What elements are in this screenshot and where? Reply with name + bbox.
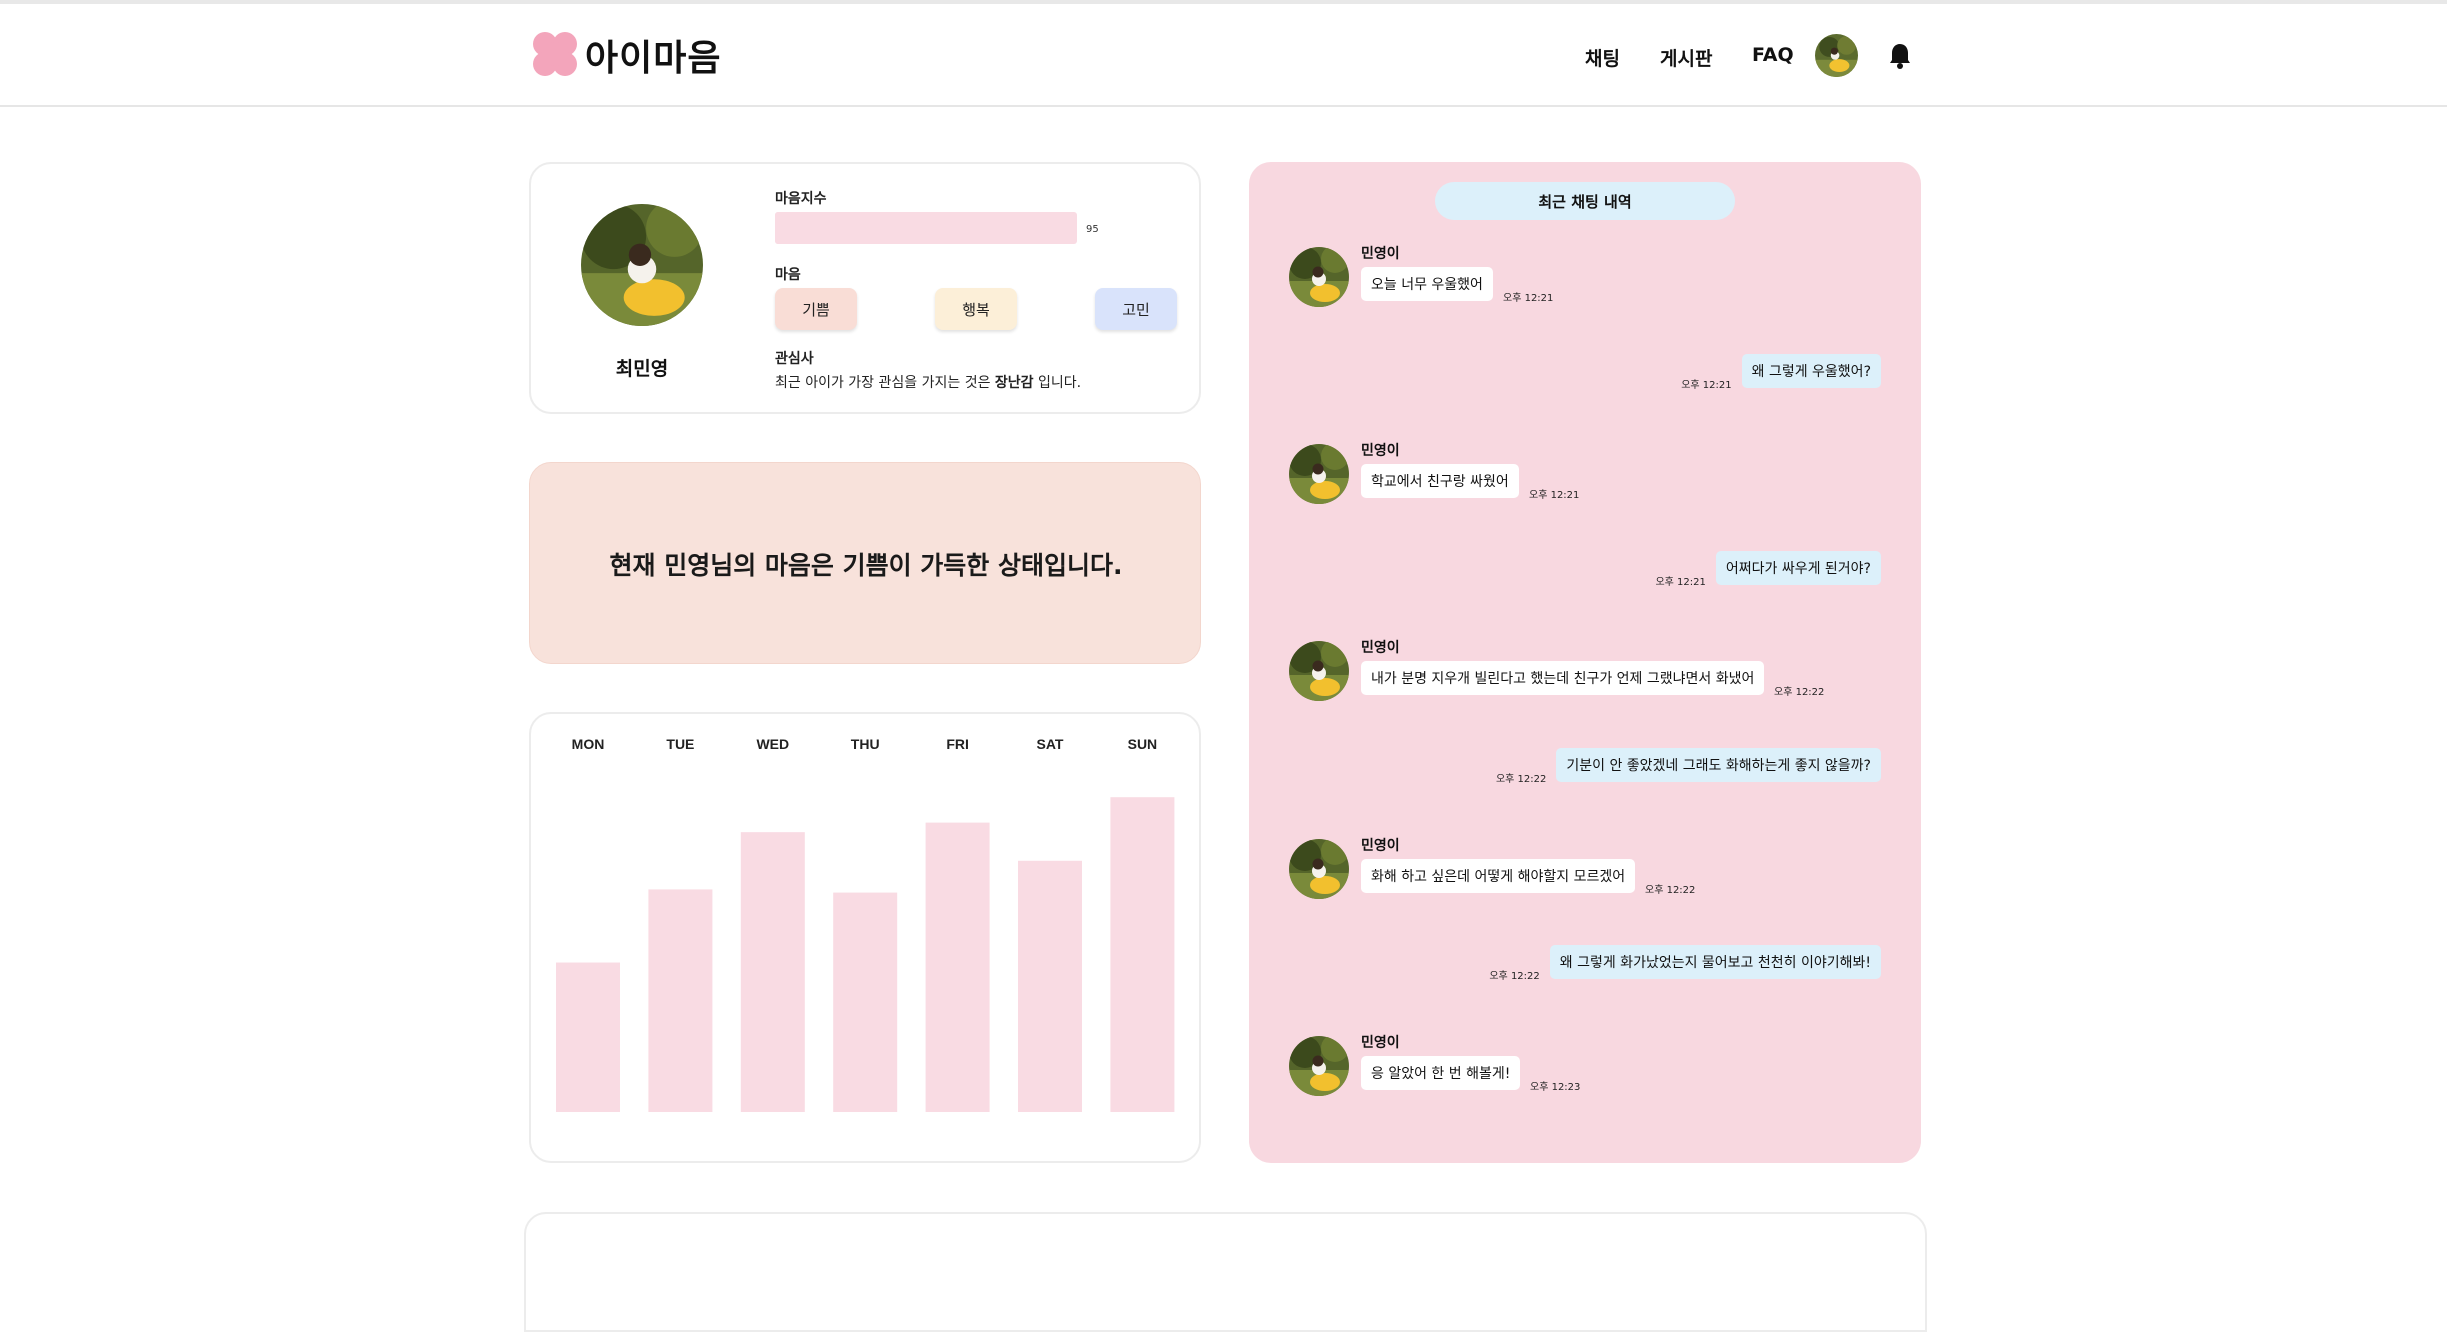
chat-avatar <box>1289 641 1349 702</box>
nav-faq-link[interactable]: FAQ <box>1752 44 1794 66</box>
chat-timestamp: 오후 12:22 <box>1495 774 1547 785</box>
chat-bubble-incoming: 내가 분명 지우개 빌린다고 했는데 친구가 언제 그랬냐면서 화냈어 <box>1361 661 1765 696</box>
chat-sender-name: 민영이 <box>1361 640 1400 657</box>
chart-day-label-wed: WED <box>756 736 789 752</box>
chat-sender-name: 민영이 <box>1361 246 1400 262</box>
chat-bubble-incoming: 학교에서 친구랑 싸웠어 <box>1361 464 1519 499</box>
interest-suffix: 입니다. <box>1033 375 1082 391</box>
mind-index-value: 95 <box>1086 224 1099 235</box>
mood-worry-button[interactable]: 고민 <box>1095 288 1177 330</box>
recent-chat-card: 최근 채팅 내역 민영이 오늘 너무 우울했어 오후 12:21 왜 그렇게 우울했어… <box>1249 162 1921 1163</box>
chat-sender-name: 민영이 <box>1361 837 1400 854</box>
mood-status-text: 현재 민영님의 마음은 기쁨이 가득한 상태입니다. <box>609 551 1123 580</box>
chart-day-label-thu: THU <box>851 736 880 752</box>
chat-avatar <box>1289 838 1349 899</box>
chat-timestamp: 오후 12:21 <box>1655 576 1706 588</box>
bottom-card <box>524 1212 1927 1332</box>
mind-index-bar <box>775 212 1077 244</box>
chart-day-label-mon: MON <box>572 736 605 752</box>
chat-bubble-outgoing: 어쩌다가 싸우게 된거야? <box>1715 550 1881 585</box>
mind-index-bar-fill <box>775 212 1062 244</box>
chart-bar-thu <box>833 892 898 1112</box>
bell-icon[interactable] <box>1888 42 1912 70</box>
chat-bubble-incoming: 응 알았어 한 번 해볼게! <box>1361 1055 1521 1090</box>
interest-value: 장난감 <box>994 375 1034 391</box>
chat-title: 최근 채팅 내역 <box>1435 182 1735 220</box>
chat-timestamp: 오후 12:23 <box>1530 1081 1581 1093</box>
chart-bar-mon <box>556 962 620 1112</box>
chart-day-label-sat: SAT <box>1037 736 1064 752</box>
mood-status-card: 현재 민영님의 마음은 기쁨이 가득한 상태입니다. <box>529 462 1201 664</box>
logo[interactable]: 아이마음 <box>533 30 721 80</box>
user-avatar[interactable] <box>1815 34 1858 77</box>
mind-index-label: 마음지수 <box>775 191 827 207</box>
mood-label: 마음 <box>775 267 801 283</box>
nav-board-link[interactable]: 게시판 <box>1660 44 1712 71</box>
mood-joy-button[interactable]: 기쁨 <box>775 288 857 330</box>
logo-text: 아이마음 <box>585 38 722 79</box>
chart-bar-sat <box>1018 860 1082 1112</box>
chat-bubble-incoming: 오늘 너무 우울했어 <box>1361 267 1493 301</box>
chart-bar-fri <box>925 822 990 1112</box>
interest-text: 최근 아이가 가장 관심을 가지는 것은 장난감 입니다. <box>775 372 1081 392</box>
nav-chat-link[interactable]: 채팅 <box>1585 44 1620 71</box>
child-avatar <box>581 204 703 326</box>
chat-avatar <box>1289 444 1349 505</box>
profile-card: 최민영 마음지수 95 마음 기쁨 행복 고민 관심사 최근 아이가 가장 관심… <box>529 162 1201 414</box>
chat-timestamp: 오후 12:22 <box>1489 971 1540 983</box>
chat-bubble-outgoing: 기분이 안 좋았겠네 그래도 화해하는게 좋지 않을까? <box>1556 748 1881 782</box>
chart-bar-wed <box>740 832 805 1112</box>
profile-name: 최민영 <box>615 358 669 380</box>
chat-avatar <box>1289 247 1349 307</box>
weekly-bar-chart: MON TUE WED THU FRI SAT SUN <box>556 736 1175 1112</box>
chat-timestamp: 오후 12:21 <box>1681 379 1732 391</box>
interest-prefix: 최근 아이가 가장 관심을 가지는 것은 <box>775 375 995 391</box>
chat-timestamp: 오후 12:21 <box>1529 490 1580 502</box>
chat-bubble-incoming: 화해 하고 싶은데 어떻게 해야할지 모르겠어 <box>1361 858 1636 893</box>
chat-bubble-outgoing: 왜 그렇게 화가났었는지 물어보고 천천히 이야기해봐! <box>1549 945 1881 980</box>
chat-sender-name: 민영이 <box>1361 443 1400 460</box>
chat-avatar <box>1289 1035 1349 1096</box>
chat-timestamp: 오후 12:21 <box>1503 293 1554 304</box>
chat-sender-name: 민영이 <box>1361 1034 1400 1051</box>
chat-timestamp: 오후 12:22 <box>1645 884 1696 896</box>
chat-bubble-outgoing: 왜 그렇게 우울했어? <box>1741 353 1881 388</box>
interest-label: 관심사 <box>775 351 814 367</box>
mood-happy-button[interactable]: 행복 <box>935 288 1017 330</box>
chart-day-label-fri: FRI <box>946 736 969 752</box>
flower-logo-icon <box>533 32 579 78</box>
chart-bar-sun <box>1110 797 1175 1112</box>
chart-bar-tue <box>648 889 713 1112</box>
chart-day-label-tue: TUE <box>666 736 694 752</box>
weekly-chart-card: MON TUE WED THU FRI SAT SUN <box>529 712 1201 1163</box>
chat-timestamp: 오후 12:22 <box>1774 687 1825 699</box>
header: 아이마음 채팅 게시판 FAQ <box>0 4 2447 107</box>
chart-day-label-sun: SUN <box>1128 736 1158 752</box>
